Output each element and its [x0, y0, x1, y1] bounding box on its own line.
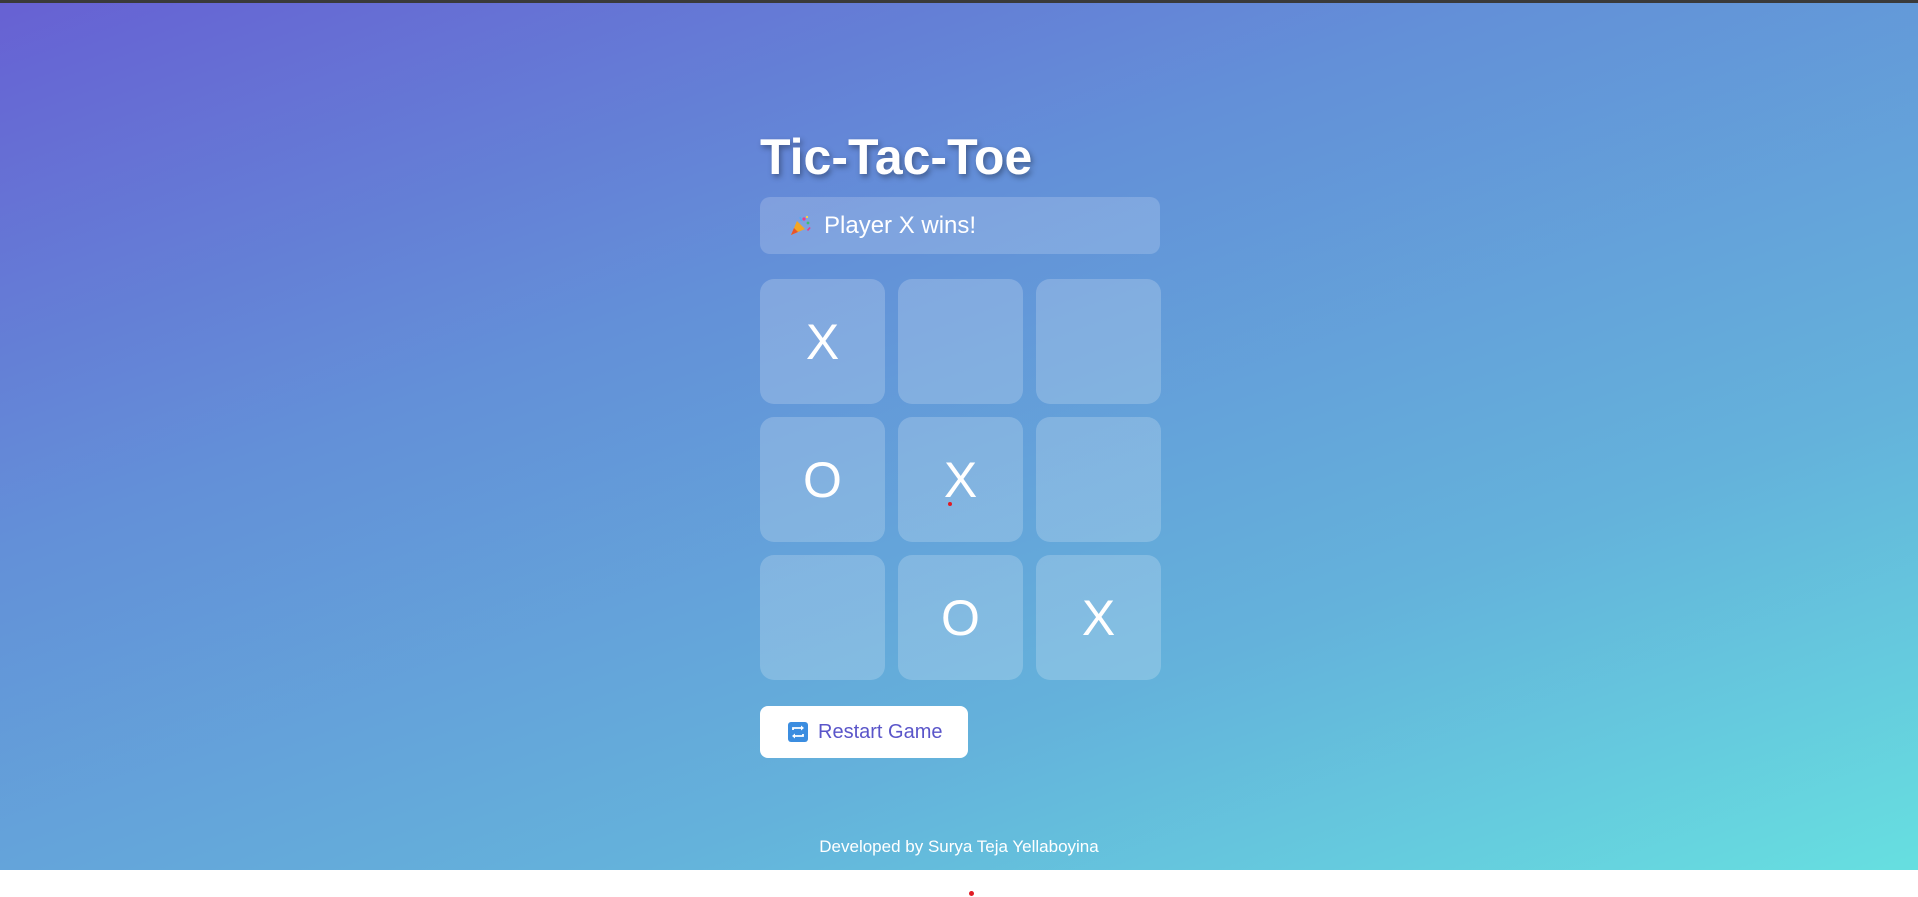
board-cell-7[interactable]	[760, 555, 885, 680]
cursor-marker	[948, 502, 952, 506]
party-popper-icon	[788, 214, 812, 238]
game-board: X O X O X	[760, 279, 1161, 680]
status-text: Player X wins!	[824, 211, 977, 239]
board-cell-5[interactable]: X	[898, 417, 1023, 542]
game-container: Tic-Tac-Toe Player X wins! X O X O X Res…	[760, 127, 1161, 758]
cursor-marker	[969, 891, 974, 896]
board-cell-9[interactable]: X	[1036, 555, 1161, 680]
board-cell-1[interactable]: X	[760, 279, 885, 404]
repeat-icon	[788, 722, 808, 742]
game-page: Tic-Tac-Toe Player X wins! X O X O X Res…	[0, 3, 1918, 870]
footer-credit: Developed by Surya Teja Yellaboyina	[819, 837, 1099, 856]
page-title: Tic-Tac-Toe	[760, 129, 1033, 185]
status-banner: Player X wins!	[760, 197, 1160, 254]
board-cell-2[interactable]	[898, 279, 1023, 404]
board-cell-4[interactable]: O	[760, 417, 885, 542]
restart-game-label: Restart Game	[818, 720, 943, 743]
restart-game-button[interactable]: Restart Game	[760, 706, 968, 758]
board-cell-3[interactable]	[1036, 279, 1161, 404]
board-cell-8[interactable]: O	[898, 555, 1023, 680]
board-cell-6[interactable]	[1036, 417, 1161, 542]
